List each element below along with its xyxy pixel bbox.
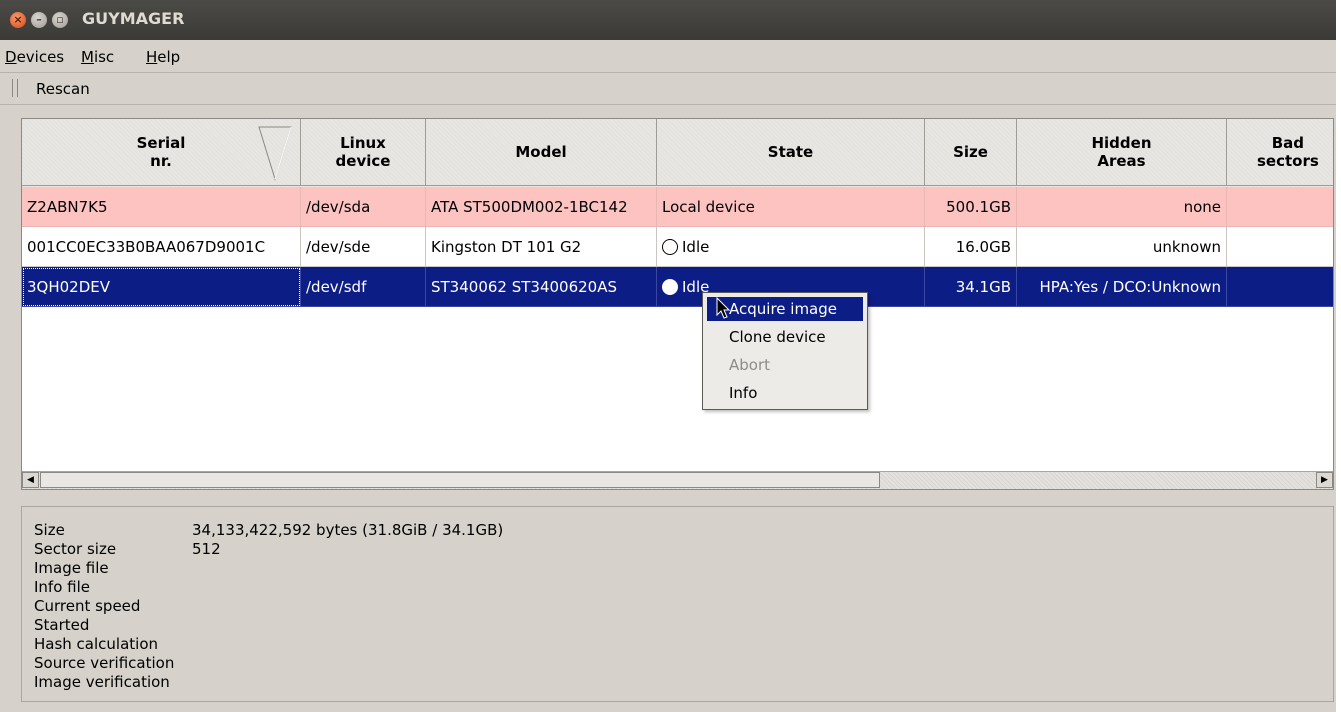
col-device-line2: device <box>335 152 391 170</box>
col-device-line1: Linux <box>340 134 386 152</box>
cell-serial: Z2ABN7K5 <box>22 187 301 227</box>
state-idle-icon <box>662 278 678 295</box>
info-value-size: 34,133,422,592 bytes (31.8GiB / 34.1GB) <box>192 521 504 539</box>
menu-devices-label: evices <box>16 48 65 66</box>
info-value-sector-size: 512 <box>192 540 221 558</box>
col-bad-line2: sectors <box>1257 152 1319 170</box>
device-info-panel: Size Sector size Image file Info file Cu… <box>21 506 1334 702</box>
column-header-size[interactable]: Size <box>925 119 1017 186</box>
cell-device: /dev/sdf <box>301 267 426 307</box>
cell-device: /dev/sde <box>301 227 426 267</box>
close-icon[interactable]: × <box>10 12 26 28</box>
rescan-button[interactable]: Rescan <box>36 80 90 98</box>
cell-bad-sectors <box>1227 227 1333 267</box>
info-label-current-speed: Current speed <box>34 597 141 615</box>
cell-model: Kingston DT 101 G2 <box>426 227 657 267</box>
cell-size: 34.1GB <box>925 267 1017 307</box>
menu-item-clone-device[interactable]: Clone device <box>707 325 863 349</box>
cell-serial: 3QH02DEV <box>22 267 301 307</box>
device-table: Serial nr. Linux device Model State Size H… <box>21 118 1334 490</box>
col-serial-line1: Serial <box>136 134 186 152</box>
menu-misc-label: isc <box>93 48 115 66</box>
col-hidden-line2: Areas <box>1097 152 1146 170</box>
col-state-label: State <box>767 143 814 161</box>
cell-bad-sectors <box>1227 187 1333 227</box>
mouse-cursor-icon <box>716 297 731 319</box>
menu-misc-accel: M <box>81 48 94 66</box>
info-label-source-verification: Source verification <box>34 654 175 672</box>
toolbar-separator <box>0 104 1336 105</box>
col-bad-line1: Bad <box>1271 134 1305 152</box>
cell-bad-sectors <box>1227 267 1333 307</box>
scroll-right-icon[interactable]: ▶ <box>1316 472 1333 488</box>
horizontal-scrollbar[interactable]: ◀ ▶ <box>22 471 1333 489</box>
info-label-started: Started <box>34 616 90 634</box>
menu-item-info[interactable]: Info <box>707 381 863 405</box>
info-labels: Size Sector size Image file Info file Cu… <box>34 521 174 692</box>
scroll-left-icon[interactable]: ◀ <box>22 472 39 488</box>
cell-size: 500.1GB <box>925 187 1017 227</box>
menu-separator <box>0 72 1336 73</box>
scrollbar-thumb[interactable] <box>40 472 880 488</box>
table-header: Serial nr. Linux device Model State Size H… <box>22 119 1333 187</box>
cell-hidden-areas: none <box>1017 187 1227 227</box>
cell-state: Idle <box>657 227 925 267</box>
column-header-bad-sectors[interactable]: Bad sectors <box>1227 119 1333 186</box>
info-label-size: Size <box>34 521 65 539</box>
info-label-hash-calculation: Hash calculation <box>34 635 159 653</box>
minimize-icon[interactable]: – <box>31 12 47 28</box>
cell-state-label: Idle <box>682 237 710 256</box>
info-label-info-file: Info file <box>34 578 91 596</box>
column-header-model[interactable]: Model <box>426 119 657 186</box>
col-model-label: Model <box>515 143 567 161</box>
cell-hidden-areas: HPA:Yes / DCO:Unknown <box>1017 267 1227 307</box>
menu-help-accel: H <box>146 48 158 66</box>
menu-misc[interactable]: Misc <box>81 48 114 66</box>
title-bar[interactable]: × – ▫ GUYMAGER <box>0 0 1336 40</box>
cell-hidden-areas: unknown <box>1017 227 1227 267</box>
toolbar: Rescan <box>0 76 1336 102</box>
sort-descending-icon <box>258 126 292 181</box>
menu-help-label: elp <box>157 48 181 66</box>
info-label-sector-size: Sector size <box>34 540 117 558</box>
column-header-state[interactable]: State <box>657 119 925 186</box>
info-label-image-verification: Image verification <box>34 673 170 691</box>
table-row[interactable]: 001CC0EC33B0BAA067D9001C /dev/sde Kingst… <box>22 227 1333 267</box>
column-header-linux-device[interactable]: Linux device <box>301 119 426 186</box>
toolbar-grip-handle[interactable] <box>12 79 18 97</box>
col-hidden-line1: Hidden <box>1091 134 1152 152</box>
cell-state: Local device <box>657 187 925 227</box>
column-header-hidden-areas[interactable]: Hidden Areas <box>1017 119 1227 186</box>
maximize-icon[interactable]: ▫ <box>52 12 68 28</box>
menu-bar: Devices Misc Help <box>0 44 1336 70</box>
info-label-image-file: Image file <box>34 559 109 577</box>
app-window: × – ▫ GUYMAGER Devices Misc Help Rescan … <box>0 0 1336 712</box>
cell-model: ATA ST500DM002-1BC142 <box>426 187 657 227</box>
window-title: GUYMAGER <box>82 9 185 28</box>
menu-devices-accel: D <box>5 48 17 66</box>
cell-serial: 001CC0EC33B0BAA067D9001C <box>22 227 301 267</box>
column-header-serial[interactable]: Serial nr. <box>22 119 301 186</box>
table-row-selected[interactable]: 3QH02DEV /dev/sdf ST340062 ST3400620AS I… <box>22 267 1333 307</box>
state-idle-icon <box>662 238 678 255</box>
menu-item-abort: Abort <box>729 356 771 374</box>
cell-size: 16.0GB <box>925 227 1017 267</box>
table-row[interactable]: Z2ABN7K5 /dev/sda ATA ST500DM002-1BC142 … <box>22 187 1333 227</box>
menu-devices[interactable]: Devices <box>5 48 64 66</box>
menu-help[interactable]: Help <box>146 48 180 66</box>
cell-model: ST340062 ST3400620AS <box>426 267 657 307</box>
col-size-label: Size <box>953 143 988 161</box>
cell-device: /dev/sda <box>301 187 426 227</box>
info-values: 34,133,422,592 bytes (31.8GiB / 34.1GB) … <box>192 521 503 559</box>
col-serial-line2: nr. <box>150 152 172 170</box>
